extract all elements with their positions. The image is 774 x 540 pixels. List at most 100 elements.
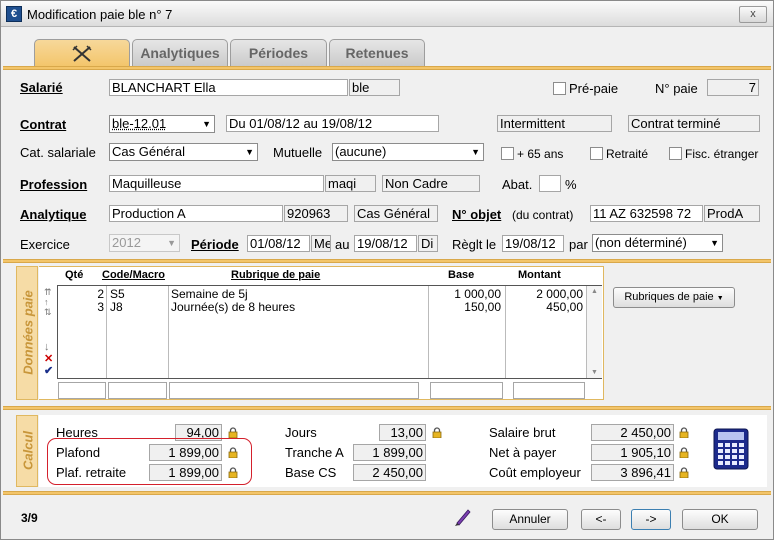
cat-value: Cas Général (112, 144, 185, 159)
lock-icon (228, 447, 238, 458)
tab-analytiques[interactable]: Analytiques (132, 39, 228, 67)
window-title: Modification paie ble n° 7 (27, 7, 173, 22)
percent-label: % (565, 177, 577, 192)
previous-button[interactable]: <- (581, 509, 621, 530)
tab-periodes[interactable]: Périodes (230, 39, 327, 67)
lock-icon (228, 427, 238, 438)
exercice-value: 2012 (112, 235, 141, 250)
calculator-icon[interactable] (713, 428, 749, 470)
col-rubrique-header: Rubrique de paie (231, 269, 321, 281)
delete-x-icon[interactable]: ✕ (44, 353, 53, 365)
chevron-down-icon: ▼ (716, 295, 724, 302)
prepaie-checkbox[interactable] (553, 82, 566, 95)
profession-cadre-field: Non Cadre (382, 175, 480, 192)
tab-retenues[interactable]: Retenues (329, 39, 425, 67)
validate-check-icon[interactable]: ✔ (44, 365, 53, 377)
row1-code: S5 (110, 287, 125, 301)
analytique-code-field: 920963 (284, 205, 348, 222)
exercice-select: 2012 ▼ (109, 234, 180, 252)
mutuelle-select[interactable]: (aucune) ▼ (332, 143, 484, 161)
mutuelle-label: Mutuelle (273, 145, 323, 160)
reglt-label: Règlt le (452, 237, 497, 252)
jours-field: 13,00 (379, 424, 426, 441)
plus65-checkbox[interactable] (501, 147, 514, 160)
periode-label: Période (191, 237, 239, 252)
grid-col-line (168, 286, 169, 378)
retraite-checkbox[interactable] (590, 147, 603, 160)
rubriques-button-label: Rubriques de paie (624, 291, 714, 303)
fisc-label: Fisc. étranger (685, 147, 759, 161)
close-button[interactable]: x (739, 6, 767, 23)
net-field: 1 905,10 (591, 444, 674, 461)
npaie-field: 7 (707, 79, 759, 96)
analytique-cas-field: Cas Général (354, 205, 438, 222)
rubriques-grid[interactable]: ▲ ▼ 2 S5 Semaine de 5j 1 000,00 2 000,00… (57, 285, 602, 379)
analytique-field[interactable]: Production A (109, 205, 283, 222)
tab-underline (3, 66, 771, 70)
retraite-label: Retraité (606, 147, 649, 161)
entry-rubrique[interactable] (169, 382, 419, 399)
abat-label: Abat. (502, 177, 533, 192)
exercice-label: Exercice (20, 237, 70, 252)
cat-select[interactable]: Cas Général ▼ (109, 143, 258, 161)
chevron-down-icon: ▼ (710, 238, 719, 248)
entry-base[interactable] (430, 382, 503, 399)
salarie-code-field[interactable]: ble (349, 79, 400, 96)
scroll-down-icon[interactable]: ▼ (587, 369, 602, 376)
nobjet-field[interactable]: 11 AZ 632598 72 (590, 205, 703, 222)
move-updown-icon[interactable]: ⇅ (44, 307, 52, 317)
row1-montant: 2 000,00 (536, 287, 583, 301)
contrat-select[interactable]: ble-12.01 ▼ (109, 115, 215, 133)
contrat-status-field: Contrat terminé (628, 115, 760, 132)
calcul-side-panel: Calcul (16, 415, 38, 487)
rubriques-de-paie-button[interactable]: Rubriques de paie ▼ (613, 287, 735, 308)
col-macro-label: Macro (132, 269, 165, 281)
periode-to-field[interactable]: 19/08/12 (354, 235, 417, 252)
move-down-icon[interactable]: ↓ (44, 341, 53, 353)
profession-label: Profession (20, 177, 88, 192)
contrat-type-field: Intermittent (497, 115, 612, 132)
col-qte-header: Qté (65, 269, 84, 281)
row1-rubrique: Semaine de 5j (171, 287, 248, 301)
next-button[interactable]: -> (631, 509, 671, 530)
salarie-label: Salarié (20, 80, 63, 95)
profession-code-field: maqi (325, 175, 376, 192)
nobjet2-field: ProdA (704, 205, 760, 222)
reglt-mode-select[interactable]: (non déterminé) ▼ (592, 234, 723, 252)
reglt-field[interactable]: 19/08/12 (502, 235, 564, 252)
scroll-up-icon[interactable]: ▲ (587, 288, 602, 295)
jours-label: Jours (285, 425, 317, 440)
move-up-top-icon[interactable]: ⇈ (44, 287, 52, 297)
plus65-label: + 65 ans (517, 147, 564, 161)
annuler-button[interactable]: Annuler (492, 509, 568, 530)
entry-code[interactable] (108, 382, 167, 399)
move-up-icon[interactable]: ↑ (44, 297, 52, 307)
row2-rubrique: Journée(s) de 8 heures (171, 300, 296, 314)
donnees-side-panel: Données paie (16, 266, 38, 400)
page-indicator: 3/9 (21, 511, 38, 525)
profession-field[interactable]: Maquilleuse (109, 175, 324, 192)
edit-pen-icon[interactable] (453, 507, 473, 527)
cout-field: 3 896,41 (591, 464, 674, 481)
periode-from-field[interactable]: 01/08/12 (247, 235, 310, 252)
entry-montant[interactable] (513, 382, 585, 399)
lock-icon (679, 427, 689, 438)
abat-field[interactable] (539, 175, 561, 192)
row2-code: J8 (110, 300, 123, 314)
basecs-field: 2 450,00 (353, 464, 426, 481)
contrat-label: Contrat (20, 117, 67, 132)
ok-button[interactable]: OK (682, 509, 758, 530)
highlight-box (47, 438, 252, 485)
section-divider (3, 406, 771, 410)
cout-label: Coût employeur (489, 465, 581, 480)
grid-scrollbar[interactable]: ▲ ▼ (586, 286, 602, 378)
basecs-label: Base CS (285, 465, 337, 480)
tab-main[interactable] (34, 39, 130, 67)
salarie-name-field[interactable]: BLANCHART Ella (109, 79, 348, 96)
fisc-checkbox[interactable] (669, 147, 682, 160)
entry-qte[interactable] (58, 382, 106, 399)
row1-qte: 2 (97, 287, 104, 301)
col-base-header: Base (448, 269, 475, 281)
mutuelle-value: (aucune) (335, 144, 387, 159)
title-bar: € Modification paie ble n° 7 x (1, 1, 773, 27)
